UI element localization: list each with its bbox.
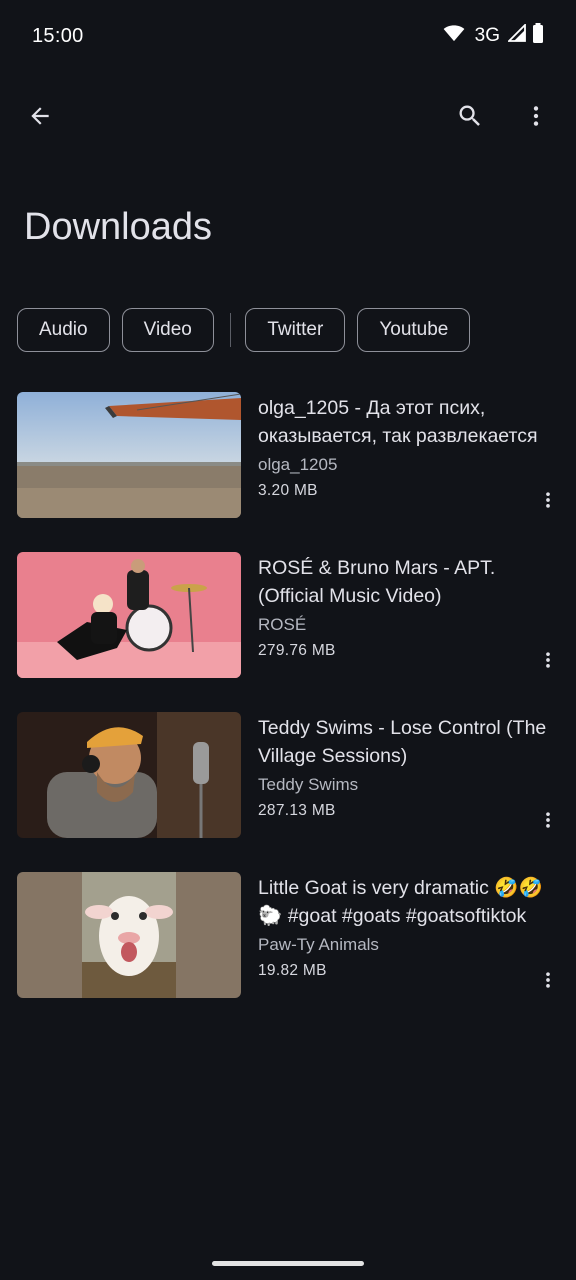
more-vert-icon [538,969,558,996]
status-bar: 15:00 3G [0,0,576,72]
home-indicator[interactable] [212,1261,364,1266]
video-thumbnail[interactable] [17,552,241,678]
arrow-back-icon [27,103,53,134]
more-options-button[interactable] [512,94,560,142]
video-channel: olga_1205 [258,455,338,474]
chip-twitter[interactable]: Twitter [245,308,346,352]
search-icon [456,102,484,135]
chip-youtube[interactable]: Youtube [357,308,471,352]
wifi-icon [443,24,465,48]
download-info: Teddy Swims - Lose Control (The Village … [258,714,548,820]
file-size: 19.82 MB [258,962,327,979]
download-info: olga_1205 - Да этот псих, оказывается, т… [258,394,548,500]
download-item[interactable]: olga_1205 - Да этот псих, оказывается, т… [0,392,576,552]
video-channel: ROSÉ [258,615,307,634]
chip-video[interactable]: Video [121,308,214,352]
download-info: ROSÉ & Bruno Mars - APT. (Official Music… [258,554,548,660]
chip-audio[interactable]: Audio [17,308,110,352]
video-title: ROSÉ & Bruno Mars - APT. (Official Music… [258,557,496,607]
video-channel: Paw-Ty Animals [258,935,379,954]
status-time: 15:00 [32,24,84,47]
search-button[interactable] [446,94,494,142]
status-icons: 3G [443,22,544,49]
file-size: 279.76 MB [258,642,336,659]
video-title: Teddy Swims - Lose Control (The Village … [258,717,547,767]
file-size: 3.20 MB [258,482,318,499]
more-vert-icon [538,649,558,676]
item-more-button[interactable] [534,482,562,522]
file-size: 287.13 MB [258,802,336,819]
top-app-bar [0,86,576,150]
video-thumbnail[interactable] [17,872,241,998]
battery-icon [532,23,544,49]
page-title: Downloads [24,206,212,248]
video-channel: Teddy Swims [258,775,359,794]
download-item[interactable]: ROSÉ & Bruno Mars - APT. (Official Music… [0,552,576,712]
video-title: Little Goat is very dramatic 🤣🤣🐑 #goat #… [258,877,543,927]
item-more-button[interactable] [534,802,562,842]
back-button[interactable] [16,94,64,142]
more-vert-icon [538,809,558,836]
video-title: olga_1205 - Да этот псих, оказывается, т… [258,397,538,447]
video-thumbnail[interactable] [17,712,241,838]
download-item[interactable]: Teddy Swims - Lose Control (The Village … [0,712,576,872]
cell-signal-icon [506,22,526,48]
download-item[interactable]: Little Goat is very dramatic 🤣🤣🐑 #goat #… [0,872,576,1032]
more-vert-icon [523,103,549,134]
filter-chips: Audio Video Twitter Youtube [17,308,576,352]
video-thumbnail[interactable] [17,392,241,518]
item-more-button[interactable] [534,962,562,1002]
chip-divider [229,313,232,347]
network-type: 3G [474,25,500,46]
more-vert-icon [538,489,558,516]
download-info: Little Goat is very dramatic 🤣🤣🐑 #goat #… [258,874,548,980]
downloads-list: olga_1205 - Да этот псих, оказывается, т… [0,392,576,1032]
item-more-button[interactable] [534,642,562,682]
